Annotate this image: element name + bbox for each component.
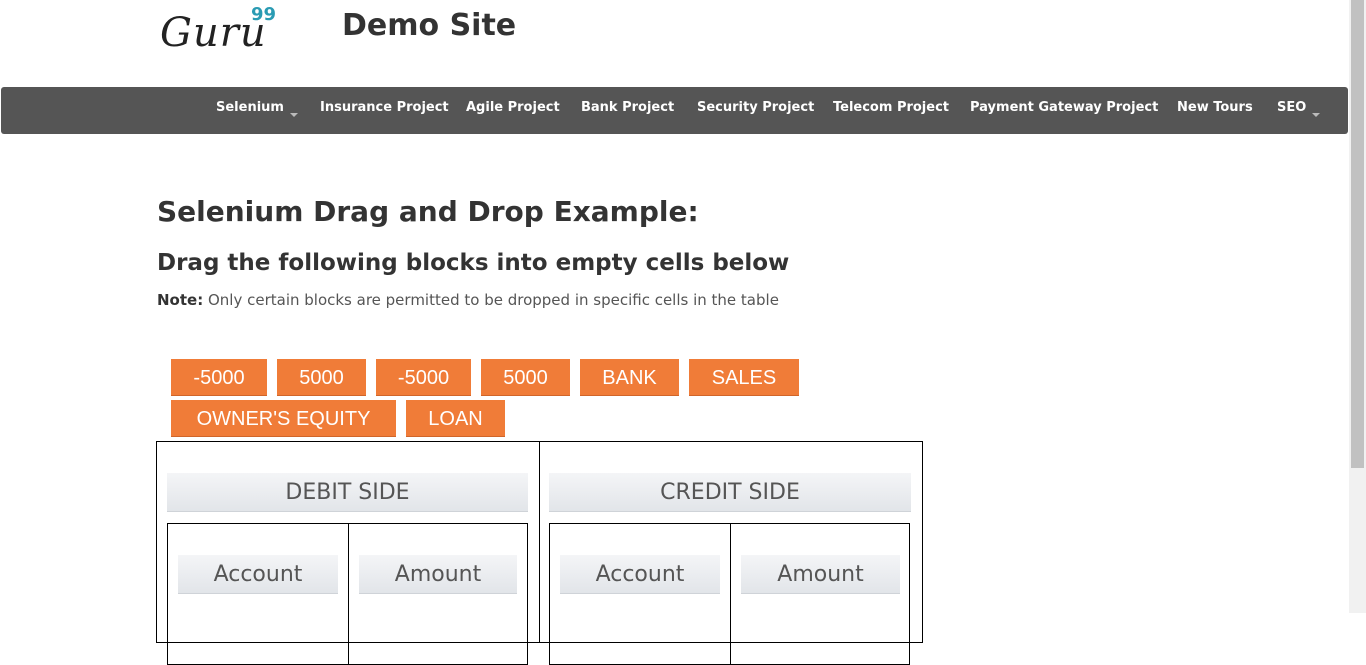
guru99-logo[interactable]: Guru 99 xyxy=(160,4,280,58)
logo-superscript: 99 xyxy=(251,4,277,25)
site-title: Demo Site xyxy=(342,8,517,43)
page-heading: Selenium Drag and Drop Example: xyxy=(157,195,699,228)
nav-item-agile-project[interactable]: Agile Project xyxy=(466,87,560,134)
column-divider xyxy=(348,524,349,664)
nav-item-label: Selenium xyxy=(216,100,284,115)
nav-item-selenium[interactable]: Selenium xyxy=(216,87,298,134)
nav-item-label: SEO xyxy=(1277,100,1307,115)
debit-inner-table: Account Amount xyxy=(167,523,528,665)
drag-block-5000[interactable]: 5000 xyxy=(277,359,366,396)
drag-block-5000[interactable]: 5000 xyxy=(481,359,570,396)
vertical-scrollbar[interactable] xyxy=(1349,0,1366,613)
table-divider xyxy=(539,442,540,642)
page-subheading: Drag the following blocks into empty cel… xyxy=(157,250,790,276)
nav-item-telecom-project[interactable]: Telecom Project xyxy=(833,87,949,134)
drag-block-owners-equity[interactable]: OWNER'S EQUITY xyxy=(171,400,396,437)
column-divider xyxy=(730,524,731,664)
nav-item-insurance-project[interactable]: Insurance Project xyxy=(320,87,449,134)
nav-item-label: Payment Gateway Project xyxy=(970,100,1159,115)
credit-amount-header[interactable]: Amount xyxy=(741,555,900,594)
debit-account-header[interactable]: Account xyxy=(178,555,338,594)
nav-item-label: Bank Project xyxy=(581,100,675,115)
credit-inner-table: Account Amount xyxy=(549,523,910,665)
nav-item-security-project[interactable]: Security Project xyxy=(697,87,814,134)
nav-item-label: New Tours xyxy=(1177,100,1253,115)
note-body: Only certain blocks are permitted to be … xyxy=(203,291,779,309)
nav-item-seo[interactable]: SEO xyxy=(1277,87,1321,134)
scrollbar-thumb[interactable] xyxy=(1351,0,1364,468)
nav-item-label: Telecom Project xyxy=(833,100,950,115)
nav-item-label: Insurance Project xyxy=(320,100,449,115)
nav-item-new-tours[interactable]: New Tours xyxy=(1177,87,1253,134)
debit-amount-header[interactable]: Amount xyxy=(359,555,517,594)
debit-side-header: DEBIT SIDE xyxy=(167,473,528,512)
nav-item-bank-project[interactable]: Bank Project xyxy=(581,87,674,134)
credit-side-header: CREDIT SIDE xyxy=(549,473,911,512)
nav-item-payment-gateway-project[interactable]: Payment Gateway Project xyxy=(970,87,1158,134)
caret-down-icon xyxy=(289,113,298,117)
nav-item-label: Security Project xyxy=(697,100,815,115)
credit-account-header[interactable]: Account xyxy=(560,555,720,594)
drag-block-bank[interactable]: BANK xyxy=(580,359,679,396)
note-label: Note: xyxy=(157,291,204,309)
nav-item-label: Agile Project xyxy=(466,100,560,115)
drag-block-minus-5000[interactable]: -5000 xyxy=(376,359,471,396)
caret-down-icon xyxy=(1312,113,1321,117)
drag-block-minus-5000[interactable]: -5000 xyxy=(171,359,267,396)
drag-block-loan[interactable]: LOAN xyxy=(406,400,505,437)
main-navbar: Selenium Insurance Project Agile Project… xyxy=(1,87,1348,134)
drag-block-sales[interactable]: SALES xyxy=(689,359,799,396)
note-text: Note: Only certain blocks are permitted … xyxy=(157,291,779,309)
